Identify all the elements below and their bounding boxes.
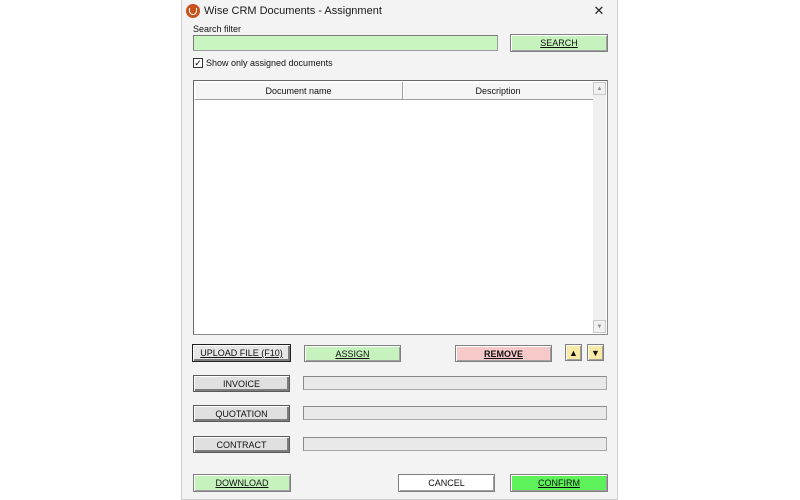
assign-button[interactable]: ASSIGN — [304, 345, 401, 362]
assignment-dialog: Wise CRM Documents - Assignment ✕ Search… — [181, 0, 618, 500]
quotation-progress-bar — [303, 406, 607, 420]
invoice-button[interactable]: INVOICE — [193, 375, 290, 392]
window-title: Wise CRM Documents - Assignment — [204, 5, 382, 17]
search-button[interactable]: SEARCH — [510, 34, 608, 52]
cancel-button[interactable]: CANCEL — [398, 474, 495, 492]
scroll-down-icon[interactable]: ▼ — [593, 320, 606, 333]
search-input[interactable] — [193, 35, 498, 51]
cancel-label: CANCEL — [428, 478, 465, 488]
download-button[interactable]: DOWNLOAD — [193, 474, 291, 492]
scroll-up-icon[interactable]: ▲ — [593, 82, 606, 95]
close-button[interactable]: ✕ — [585, 1, 613, 21]
remove-button[interactable]: REMOVE — [455, 345, 552, 362]
assign-label: ASSIGN — [335, 348, 370, 359]
show-assigned-label: Show only assigned documents — [206, 58, 333, 68]
table-header: Document name Description — [195, 82, 594, 100]
confirm-label: CONFIRM — [538, 478, 580, 488]
table-vertical-scrollbar[interactable]: ▲ ▼ — [593, 82, 606, 333]
move-up-icon: ▲ — [569, 347, 578, 358]
upload-file-button[interactable]: UPLOAD FILE (F10) — [192, 344, 291, 362]
upload-file-label: UPLOAD FILE (F10) — [200, 348, 283, 358]
invoice-progress-bar — [303, 376, 607, 390]
remove-label: REMOVE — [483, 348, 523, 359]
contract-button[interactable]: CONTRACT — [193, 436, 290, 453]
search-button-label: SEARCH — [540, 38, 578, 48]
column-header-document-name[interactable]: Document name — [195, 82, 403, 100]
wise-crm-logo-icon — [186, 4, 200, 18]
documents-table[interactable]: Document name Description ▲ ▼ — [193, 80, 608, 335]
show-assigned-checkbox[interactable]: ✓ — [193, 58, 203, 68]
title-bar: Wise CRM Documents - Assignment ✕ — [182, 0, 617, 22]
column-header-description[interactable]: Description — [403, 82, 594, 100]
contract-progress-bar — [303, 437, 607, 451]
search-filter-label: Search filter — [193, 24, 242, 34]
move-up-button[interactable]: ▲ — [565, 344, 582, 361]
move-down-icon: ▼ — [591, 347, 600, 358]
confirm-button[interactable]: CONFIRM — [510, 474, 608, 492]
move-down-button[interactable]: ▼ — [587, 344, 604, 361]
quotation-button[interactable]: QUOTATION — [193, 405, 290, 422]
download-label: DOWNLOAD — [215, 478, 269, 488]
